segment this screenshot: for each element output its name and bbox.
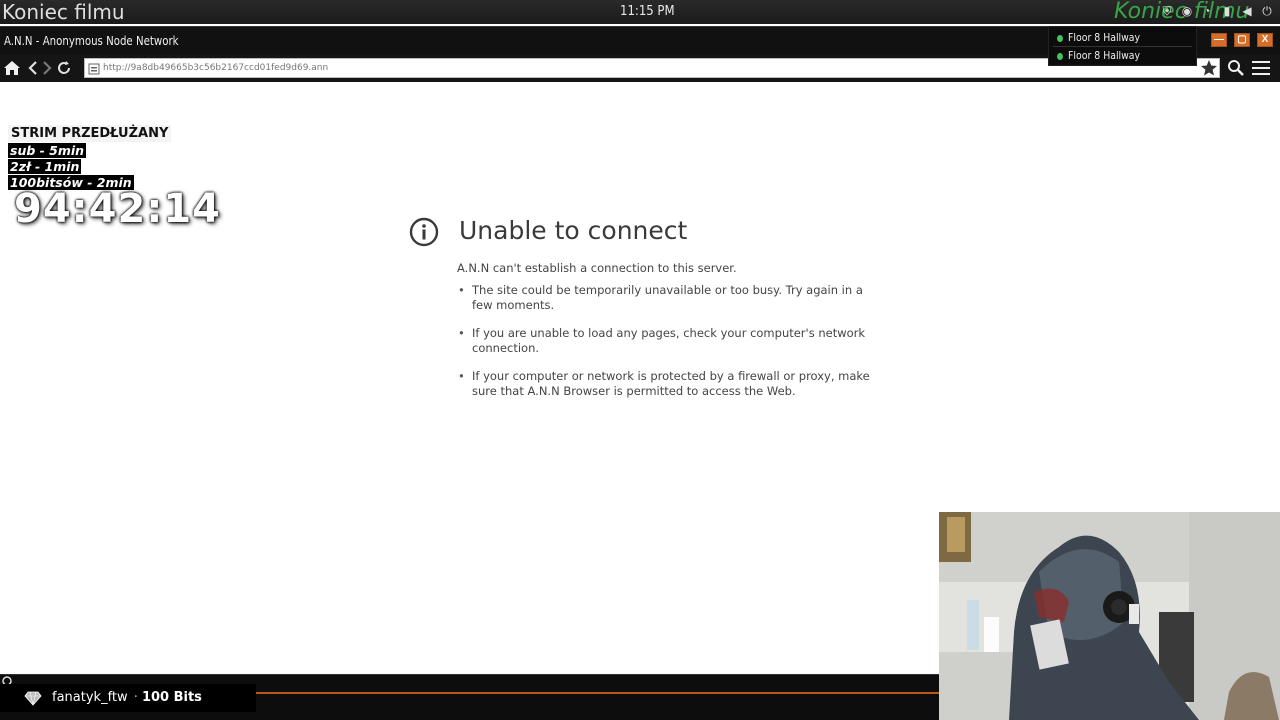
stream-overlay-text-left: Koniec filmu [2, 0, 125, 24]
dropdown-item[interactable]: Floor 8 Hallway [1057, 49, 1140, 62]
bits-alert-amount: 100 Bits [141, 690, 202, 705]
gem-icon [24, 689, 42, 707]
bits-alert-separator: · [133, 690, 138, 705]
error-description: A.N.N can't establish a connection to th… [457, 261, 737, 275]
bits-alert-text: fanatyk_ftw · 100 Bits [52, 690, 202, 705]
stream-timer: 94:42:14 [14, 186, 221, 232]
error-suggestion: The site could be temporarily unavailabl… [457, 283, 877, 312]
reload-icon[interactable] [54, 58, 74, 78]
close-button[interactable]: X [1257, 33, 1273, 47]
location-dropdown[interactable]: Floor 8 Hallway Floor 8 Hallway [1048, 26, 1197, 66]
bits-alert-username: fanatyk_ftw [52, 690, 128, 705]
battery-icon[interactable]: ▮ [1220, 4, 1234, 18]
site-identity-icon[interactable] [88, 62, 100, 75]
stream-extension-panel: STRIM PRZEDŁUŻANY sub - 5min 2zł - 1min … [8, 124, 172, 190]
maximize-button[interactable]: ▢ [1234, 33, 1250, 47]
stream-extension-rule: 2zł - 1min [8, 159, 82, 174]
info-icon [409, 217, 439, 247]
search-icon[interactable] [1227, 59, 1245, 77]
error-suggestions-list: The site could be temporarily unavailabl… [457, 283, 877, 412]
status-dot-icon [1057, 34, 1063, 42]
system-tray: ⛨ ◉ ◔ ▮ ◀ ⏻ [1160, 4, 1274, 18]
volume-icon[interactable]: ◀ [1240, 4, 1254, 18]
status-dot-icon [1057, 52, 1063, 60]
system-bar: Koniec filmu 11:15 PM Koniec filmu ⛨ ◉ ◔… [0, 0, 1280, 24]
stream-extension-rule: sub - 5min [8, 143, 87, 158]
network-icon[interactable]: ◉ [1180, 4, 1194, 18]
power-icon[interactable]: ⏻ [1260, 4, 1274, 18]
system-clock: 11:15 PM [620, 4, 675, 19]
dropdown-divider [1053, 46, 1192, 47]
dropdown-item[interactable]: Floor 8 Hallway [1057, 31, 1140, 44]
error-suggestion: If you are unable to load any pages, che… [457, 326, 877, 355]
dropdown-item-label: Floor 8 Hallway [1068, 49, 1141, 62]
bits-alert: fanatyk_ftw · 100 Bits [0, 684, 256, 712]
error-title: Unable to connect [459, 216, 688, 245]
url-text[interactable]: http://9a8db49665b3c56b2167ccd01fed9d69.… [103, 63, 328, 73]
shield-icon[interactable]: ⛨ [1160, 4, 1174, 18]
home-icon[interactable] [2, 58, 22, 78]
window-title: A.N.N - Anonymous Node Network [4, 34, 179, 48]
forward-icon[interactable] [36, 58, 56, 78]
bookmark-star-icon[interactable] [1200, 59, 1218, 77]
menu-icon[interactable] [1252, 61, 1270, 75]
error-suggestion: If your computer or network is protected… [457, 369, 877, 398]
webcam-feed [939, 512, 1280, 720]
wifi-icon[interactable]: ◔ [1200, 4, 1214, 18]
stream-extension-heading: STRIM PRZEDŁUŻANY [8, 125, 172, 142]
dropdown-item-label: Floor 8 Hallway [1068, 31, 1141, 44]
minimize-button[interactable]: — [1211, 33, 1227, 47]
